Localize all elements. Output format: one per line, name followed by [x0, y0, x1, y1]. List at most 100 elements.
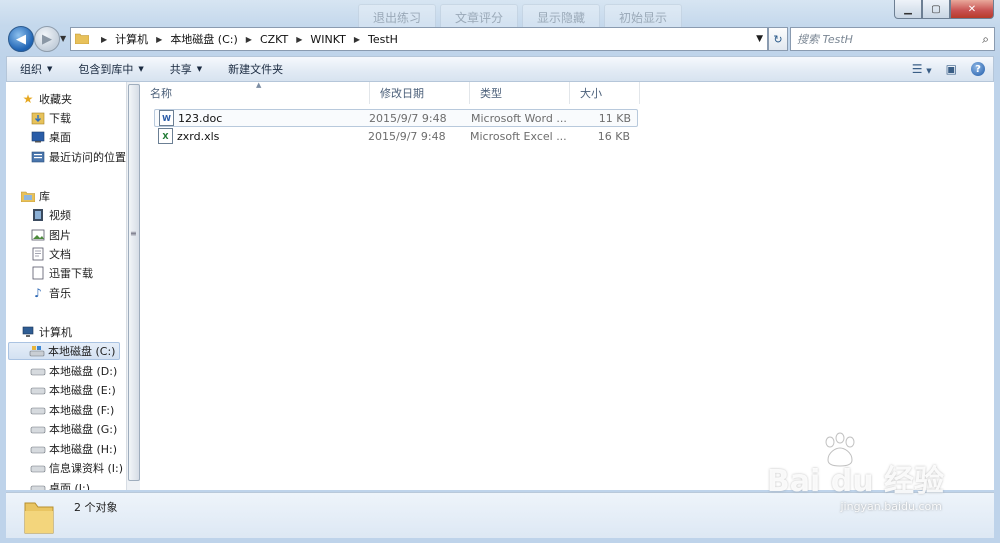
- nav-library[interactable]: 库: [20, 187, 50, 205]
- excel-doc-icon: X: [158, 128, 173, 144]
- music-note-icon: ♪: [34, 286, 42, 300]
- folder-large-icon: [24, 502, 54, 534]
- recent-places-icon: [30, 149, 46, 165]
- background-tab: 初始显示: [604, 4, 683, 28]
- hard-drive-icon: [30, 460, 46, 476]
- nav-drive-h[interactable]: 本地磁盘 (H:): [30, 440, 117, 458]
- nav-desktop[interactable]: 桌面: [30, 128, 71, 146]
- column-header-type[interactable]: 类型: [470, 82, 570, 104]
- breadcrumb-drive-c[interactable]: 本地磁盘 (C:) ▶: [166, 31, 256, 47]
- scrollbar-grip-icon: ≡: [130, 229, 137, 238]
- desktop-icon: [30, 129, 46, 145]
- navigation-pane-scrollbar[interactable]: ≡: [126, 82, 140, 490]
- column-header-size[interactable]: 大小: [570, 82, 640, 104]
- minimize-button[interactable]: ▁: [894, 0, 922, 19]
- breadcrumb-separator-icon[interactable]: ▶: [89, 35, 111, 44]
- recent-pages-dropdown[interactable]: ▼: [60, 34, 66, 43]
- hard-drive-icon: [30, 382, 46, 398]
- nav-drive-e[interactable]: 本地磁盘 (E:): [30, 381, 116, 399]
- background-tab: 退出练习: [358, 4, 437, 28]
- file-size: 11 KB: [598, 111, 631, 125]
- file-type: Microsoft Word ...: [471, 111, 567, 125]
- file-date: 2015/9/7 9:48: [369, 111, 447, 125]
- file-list-pane: 名称 ▲ 修改日期 类型 大小 W 123.doc 2015/9/7 9:48 Mi…: [140, 81, 994, 490]
- nav-thunder-downloads[interactable]: 迅雷下载: [30, 264, 93, 282]
- background-tabs: 退出练习 文章评分 显示隐藏 初始显示: [358, 4, 683, 28]
- arrow-left-icon: ◀: [16, 31, 26, 47]
- download-folder-icon: [30, 110, 46, 126]
- nav-drive-d[interactable]: 本地磁盘 (D:): [30, 362, 117, 380]
- hard-drive-icon: [30, 363, 46, 379]
- background-tab: 显示隐藏: [522, 4, 601, 28]
- column-headers: 名称 ▲ 修改日期 类型 大小: [140, 81, 642, 104]
- nav-videos[interactable]: 视频: [30, 206, 71, 224]
- search-icon[interactable]: ⌕: [982, 32, 989, 47]
- library-icon: [20, 188, 36, 204]
- include-in-library-menu[interactable]: 包含到库中 ▼: [65, 61, 156, 77]
- file-name: zxrd.xls: [177, 129, 220, 143]
- forward-button[interactable]: ▶: [34, 26, 60, 52]
- nav-drive-i[interactable]: 信息课资料 (I:): [30, 459, 123, 477]
- nav-favorites[interactable]: ★ 收藏夹: [20, 90, 72, 108]
- file-date: 2015/9/7 9:48: [368, 129, 446, 143]
- search-box[interactable]: 搜索 TestH ⌕: [790, 27, 995, 51]
- change-view-icon[interactable]: ☰ ▼: [912, 62, 932, 76]
- column-header-date[interactable]: 修改日期: [370, 82, 470, 104]
- navigation-bar: ◀ ▶ ▼ ▶ 计算机 ▶ 本地磁盘 (C:) ▶ CZKT ▶ WINKT ▶ Tes…: [6, 26, 995, 52]
- nav-downloads[interactable]: 下载: [30, 109, 71, 127]
- breadcrumb-computer[interactable]: 计算机 ▶: [111, 31, 166, 47]
- scrollbar-thumb[interactable]: [128, 84, 140, 481]
- nav-recent-places[interactable]: 最近访问的位置: [30, 148, 126, 166]
- file-row[interactable]: Xzxrd.xls 2015/9/7 9:48 Microsoft Excel …: [154, 127, 638, 145]
- column-header-name[interactable]: 名称 ▲: [140, 81, 370, 104]
- window-controls: ▁ ▢ ✕: [894, 0, 994, 19]
- arrow-right-icon: ▶: [42, 31, 52, 47]
- breadcrumb-testh[interactable]: TestH: [364, 33, 402, 46]
- file-type: Microsoft Excel ...: [470, 129, 567, 143]
- nav-drive-c[interactable]: 本地磁盘 (C:): [8, 342, 120, 360]
- sort-ascending-icon: ▲: [256, 81, 262, 89]
- breadcrumb-czkt[interactable]: CZKT ▶: [256, 33, 306, 46]
- chevron-down-icon: ▼: [196, 65, 203, 73]
- navigation-pane: ★收藏夹 下载 桌面 最近访问的位置 库 视频 图片 文档 迅雷下载 ♪音乐: [6, 82, 126, 490]
- preview-pane-icon[interactable]: ▣: [946, 62, 957, 76]
- refresh-button[interactable]: ↻: [768, 27, 788, 51]
- breadcrumb-winkt[interactable]: WINKT ▶: [306, 33, 364, 46]
- background-tab: 文章评分: [440, 4, 519, 28]
- refresh-icon: ↻: [773, 32, 783, 46]
- baidu-watermark-url: jingyan.baidu.com: [840, 500, 942, 513]
- picture-icon: [30, 227, 46, 243]
- new-folder-button[interactable]: 新建文件夹: [215, 61, 296, 77]
- nav-pictures[interactable]: 图片: [30, 226, 71, 244]
- folder-icon: [74, 32, 90, 47]
- file-row[interactable]: W 123.doc 2015/9/7 9:48 Microsoft Word ..…: [154, 109, 638, 127]
- document-icon: [30, 246, 46, 262]
- nav-drive-f[interactable]: 本地磁盘 (F:): [30, 401, 114, 419]
- explorer-window: 退出练习 文章评分 显示隐藏 初始显示 ▁ ▢ ✕ ◀ ▶ ▼ ▶ 计算机 ▶ 本…: [0, 0, 1000, 543]
- nav-documents[interactable]: 文档: [30, 245, 71, 263]
- nav-drive-g[interactable]: 本地磁盘 (G:): [30, 420, 117, 438]
- close-button[interactable]: ✕: [950, 0, 994, 19]
- video-icon: [30, 207, 46, 223]
- help-icon[interactable]: ?: [971, 62, 985, 76]
- command-bar: 组织 ▼ 包含到库中 ▼ 共享 ▼ 新建文件夹 ☰ ▼ ▣ ?: [6, 56, 994, 82]
- search-input[interactable]: 搜索 TestH: [797, 31, 982, 47]
- word-doc-icon: W: [159, 110, 174, 126]
- address-dropdown-icon[interactable]: ▼: [756, 34, 763, 44]
- nav-music[interactable]: ♪ 音乐: [30, 284, 71, 302]
- address-bar[interactable]: ▶ 计算机 ▶ 本地磁盘 (C:) ▶ CZKT ▶ WINKT ▶ TestH ▼: [70, 27, 768, 51]
- maximize-button[interactable]: ▢: [922, 0, 950, 19]
- hard-drive-icon: [30, 441, 46, 457]
- organize-menu[interactable]: 组织 ▼: [7, 61, 65, 77]
- back-button[interactable]: ◀: [8, 26, 34, 52]
- item-count: 2 个对象: [74, 501, 118, 514]
- nav-computer[interactable]: 计算机: [20, 323, 72, 341]
- chevron-down-icon: ▼: [47, 65, 53, 73]
- share-menu[interactable]: 共享 ▼: [157, 61, 215, 77]
- file-size: 16 KB: [597, 129, 630, 143]
- file-name: 123.doc: [178, 111, 223, 125]
- chevron-down-icon: ▼: [138, 65, 144, 73]
- hard-drive-icon: [30, 421, 46, 437]
- nav-drive-j[interactable]: 桌面 (J:): [30, 479, 90, 490]
- document-icon: [30, 265, 46, 281]
